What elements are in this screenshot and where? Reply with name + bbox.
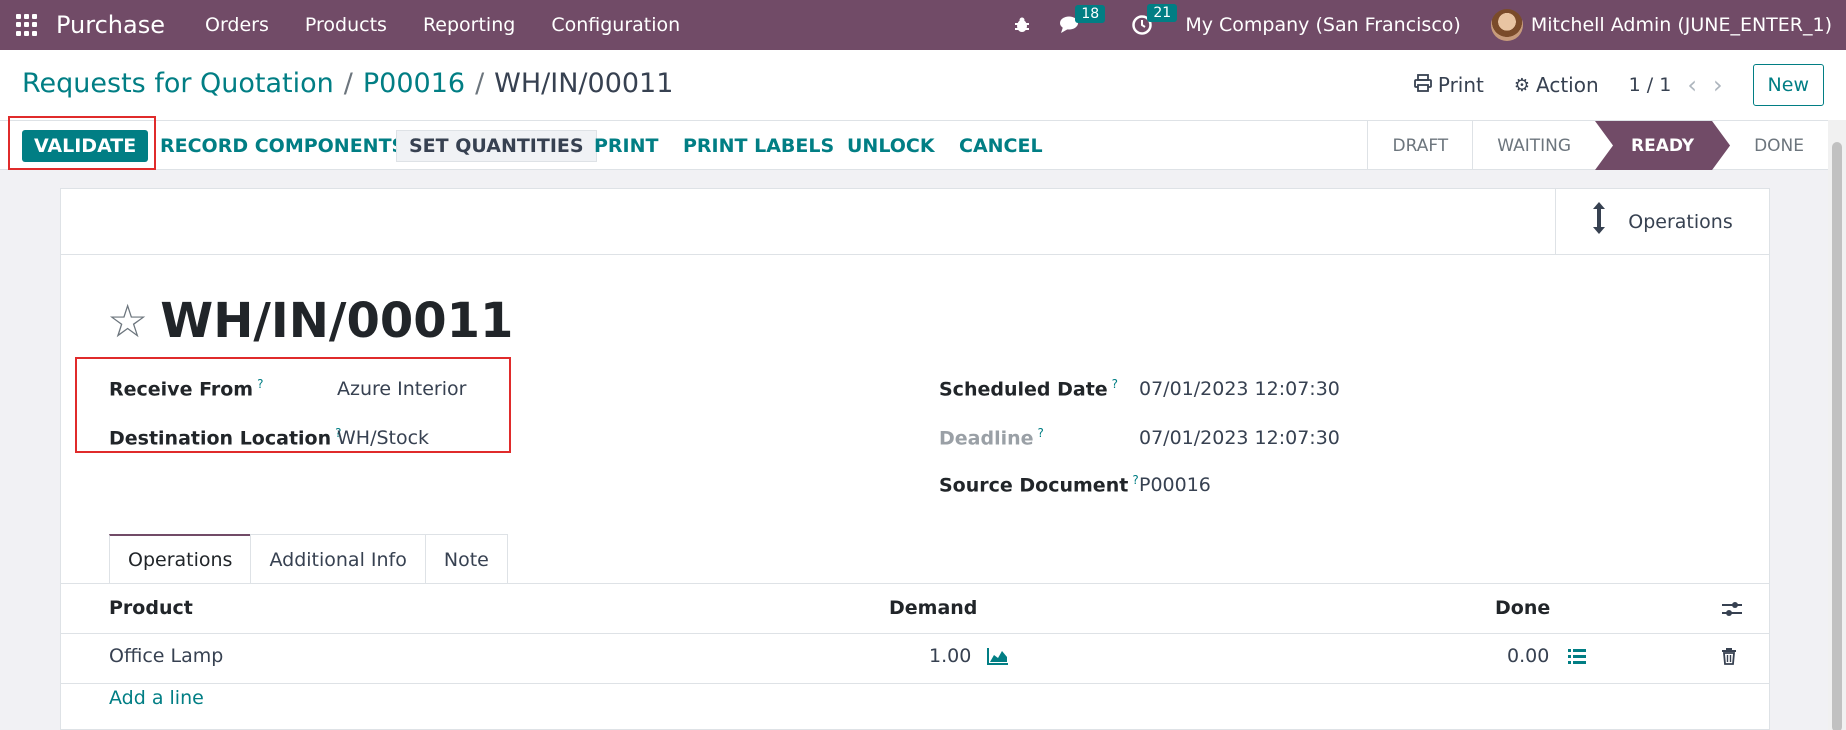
scrollbar-thumb[interactable] xyxy=(1832,142,1842,730)
set-quantities-button[interactable]: SET QUANTITIES xyxy=(396,130,597,162)
cancel-button[interactable]: CANCEL xyxy=(947,130,1055,162)
stage-waiting[interactable]: WAITING xyxy=(1472,121,1595,170)
breadcrumb-separator: / xyxy=(475,68,485,99)
pager-next-icon[interactable]: › xyxy=(1713,71,1723,99)
activities-clock-icon[interactable]: 21 xyxy=(1131,4,1178,36)
stage-done[interactable]: DONE xyxy=(1730,121,1828,170)
row-demand-cell[interactable]: 1.00 xyxy=(929,645,971,667)
apps-menu-icon[interactable] xyxy=(16,14,38,36)
detailed-operations-list-icon[interactable] xyxy=(1567,647,1587,670)
help-tooltip-icon[interactable]: ? xyxy=(1038,426,1044,440)
forecast-chart-icon[interactable] xyxy=(987,647,1009,670)
tab-additional-info[interactable]: Additional Info xyxy=(250,534,426,584)
receive-from-label: Receive From? xyxy=(109,377,263,400)
user-avatar[interactable] xyxy=(1490,9,1523,41)
print-labels-button[interactable]: PRINT LABELS xyxy=(671,130,846,162)
debug-bug-icon[interactable] xyxy=(1013,16,1031,34)
breadcrumb-separator: / xyxy=(343,68,353,99)
tabs-divider xyxy=(61,583,1769,584)
action-menu-label: Action xyxy=(1536,73,1599,97)
form-sheet: Operations ☆ WH/IN/00011 Receive From? A… xyxy=(60,188,1770,730)
button-box: Operations xyxy=(61,189,1769,255)
messages-icon[interactable]: 18 xyxy=(1059,5,1106,35)
activities-count-badge: 21 xyxy=(1147,4,1178,22)
tab-operations[interactable]: Operations xyxy=(109,534,252,584)
vertical-arrows-icon xyxy=(1592,201,1606,242)
scheduled-date-label: Scheduled Date? xyxy=(939,377,1118,400)
printer-icon xyxy=(1413,73,1432,97)
help-tooltip-icon[interactable]: ? xyxy=(257,377,263,391)
delete-trash-icon[interactable] xyxy=(1721,647,1737,670)
receive-from-field[interactable]: Azure Interior xyxy=(337,378,466,400)
breadcrumb-purchase-order[interactable]: P00016 xyxy=(363,68,465,99)
gear-icon: ⚙ xyxy=(1513,74,1531,96)
help-tooltip-icon[interactable]: ? xyxy=(1112,377,1118,391)
column-header-product[interactable]: Product xyxy=(109,597,193,619)
record-components-button[interactable]: RECORD COMPONENTS xyxy=(148,130,417,162)
receive-from-label-text: Receive From xyxy=(109,378,254,401)
breadcrumb-rfq[interactable]: Requests for Quotation xyxy=(22,68,334,99)
help-tooltip-icon[interactable]: ? xyxy=(1132,473,1138,487)
add-a-line-link[interactable]: Add a line xyxy=(109,687,204,709)
control-panel-actions: Print ⚙ Action 1 / 1 ‹ › New xyxy=(1413,62,1846,108)
stage-ready[interactable]: READY xyxy=(1595,121,1730,170)
user-menu[interactable]: Mitchell Admin (JUNE_ENTER_1) xyxy=(1531,14,1832,36)
menu-products[interactable]: Products xyxy=(287,14,405,36)
status-stages: DRAFT WAITING READY DONE xyxy=(1367,121,1828,170)
page-scrollbar[interactable] xyxy=(1828,120,1846,730)
column-header-demand[interactable]: Demand xyxy=(889,597,977,619)
deadline-label: Deadline? xyxy=(939,426,1044,449)
column-header-done[interactable]: Done xyxy=(1495,597,1550,619)
scheduled-date-field[interactable]: 07/01/2023 12:07:30 xyxy=(1139,378,1340,400)
breadcrumb-current: WH/IN/00011 xyxy=(494,68,674,99)
star-icon[interactable]: ☆ xyxy=(107,294,148,348)
menu-reporting[interactable]: Reporting xyxy=(405,14,533,36)
unlock-button[interactable]: UNLOCK xyxy=(835,130,947,162)
print-menu-label: Print xyxy=(1437,73,1484,97)
source-document-label-text: Source Document xyxy=(939,474,1129,497)
deadline-field[interactable]: 07/01/2023 12:07:30 xyxy=(1139,427,1340,449)
new-button[interactable]: New xyxy=(1752,64,1824,106)
destination-location-field[interactable]: WH/Stock xyxy=(337,427,429,449)
navbar-systray: 18 21 My Company (San Francisco) Mitchel… xyxy=(999,0,1846,50)
notebook-tabs: Operations Additional Info Note xyxy=(109,534,508,584)
menu-orders[interactable]: Orders xyxy=(187,14,287,36)
messages-count-badge: 18 xyxy=(1075,5,1106,23)
action-menu-button[interactable]: ⚙ Action xyxy=(1514,73,1599,97)
table-row-divider xyxy=(61,683,1769,684)
deadline-label-text: Deadline xyxy=(939,427,1034,450)
title-row: ☆ WH/IN/00011 xyxy=(107,293,513,349)
source-document-label: Source Document? xyxy=(939,473,1139,496)
top-navbar: Purchase Orders Products Reporting Confi… xyxy=(0,0,1846,50)
form-statusbar: VALIDATE RECORD COMPONENTS SET QUANTITIE… xyxy=(0,116,1846,170)
pager-value[interactable]: 1 / 1 xyxy=(1629,74,1672,96)
operations-smart-button-label: Operations xyxy=(1628,210,1733,233)
company-switcher[interactable]: My Company (San Francisco) xyxy=(1185,14,1460,36)
control-panel: Requests for Quotation / P00016 / WH/IN/… xyxy=(0,50,1846,120)
operations-smart-button[interactable]: Operations xyxy=(1555,189,1769,254)
pager-previous-icon[interactable]: ‹ xyxy=(1687,71,1697,99)
breadcrumb: Requests for Quotation / P00016 / WH/IN/… xyxy=(22,68,673,99)
row-product-cell[interactable]: Office Lamp xyxy=(109,645,223,667)
destination-location-label-text: Destination Location xyxy=(109,427,332,450)
stage-draft[interactable]: DRAFT xyxy=(1367,121,1472,170)
tab-note[interactable]: Note xyxy=(424,534,508,584)
table-header-divider xyxy=(61,633,1769,634)
print-button[interactable]: PRINT xyxy=(582,130,671,162)
scheduled-date-label-text: Scheduled Date xyxy=(939,378,1108,401)
app-name[interactable]: Purchase xyxy=(56,11,165,39)
menu-configuration[interactable]: Configuration xyxy=(533,14,698,36)
print-menu-button[interactable]: Print xyxy=(1413,73,1484,97)
destination-location-label: Destination Location? xyxy=(109,426,342,449)
source-document-field[interactable]: P00016 xyxy=(1139,474,1211,496)
optional-columns-toggle-icon[interactable] xyxy=(1721,599,1743,624)
record-title: WH/IN/00011 xyxy=(160,293,514,349)
validate-button[interactable]: VALIDATE xyxy=(22,130,149,162)
row-done-cell[interactable]: 0.00 xyxy=(1507,645,1549,667)
